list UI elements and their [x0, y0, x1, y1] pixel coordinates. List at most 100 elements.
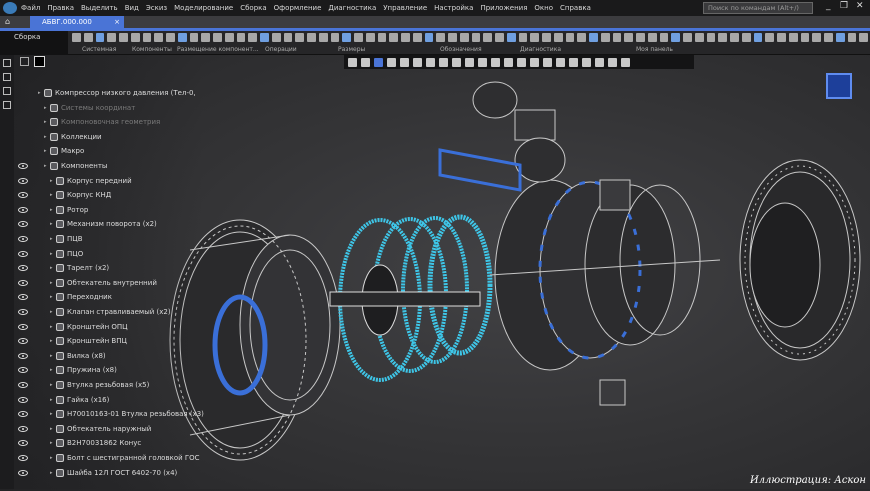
tree-item[interactable]: ▸ Макро [14, 144, 214, 158]
menu-item[interactable]: Приложения [480, 4, 527, 12]
view-tool-icon[interactable] [387, 57, 396, 67]
tree-item[interactable]: ▸ Тарелт (x2) [14, 261, 214, 275]
mode-assembly[interactable]: Сборка [0, 31, 68, 55]
menu-item[interactable]: Сборка [240, 4, 266, 12]
toolbar-tool-icon[interactable] [612, 33, 622, 42]
group-components[interactable]: Компоненты [132, 46, 172, 53]
tab-document[interactable]: АБВГ.000.000 Компр... × [30, 16, 124, 38]
toolbar-tool-icon[interactable] [283, 33, 293, 42]
toolbar-tool-icon[interactable] [483, 33, 492, 42]
visibility-eye-icon[interactable] [18, 367, 28, 374]
toolbar-tool-icon[interactable] [812, 33, 821, 42]
expand-icon[interactable]: ▸ [50, 349, 53, 363]
toolbar-tool-icon[interactable] [788, 33, 798, 42]
tree-item[interactable]: ▸ Кронштейн ВПЦ [14, 334, 214, 348]
group-operations[interactable]: Операции [265, 46, 297, 53]
expand-icon[interactable]: ▸ [50, 466, 53, 480]
expand-icon[interactable]: ▸ [44, 101, 47, 115]
expand-icon[interactable]: ▸ [50, 232, 53, 246]
toolbar-tool-icon[interactable] [377, 33, 387, 42]
menu-item[interactable]: Правка [47, 4, 74, 12]
tree-item[interactable]: ▸ Обтекатель внутренний [14, 276, 214, 290]
view-tool-icon[interactable] [517, 57, 526, 67]
view-tool-icon[interactable] [426, 57, 435, 67]
toolbar-tool-icon[interactable] [354, 33, 363, 42]
toolbar-tool-icon[interactable] [201, 33, 210, 42]
menu-item[interactable]: Файл [21, 4, 40, 12]
tree-item[interactable]: ▸ Компоновочная геометрия [14, 115, 214, 129]
toolbar-tool-icon[interactable] [424, 33, 434, 42]
expand-icon[interactable]: ▸ [50, 247, 53, 261]
visibility-eye-icon[interactable] [18, 440, 28, 447]
view-tool-icon[interactable] [621, 57, 630, 67]
toolbar-tool-icon[interactable] [706, 33, 716, 42]
view-tool-icon[interactable] [543, 57, 552, 67]
variables-icon[interactable] [3, 101, 11, 109]
group-my-panel[interactable]: Моя панель [636, 46, 673, 53]
menu-item[interactable]: Выделить [81, 4, 118, 12]
visibility-eye-icon[interactable] [18, 411, 28, 418]
tree-item[interactable]: ▸ Ротор [14, 203, 214, 217]
tree-item[interactable]: ▸ Вилка (x8) [14, 349, 214, 363]
expand-icon[interactable]: ▸ [50, 174, 53, 188]
tree-mode-icon[interactable] [20, 57, 29, 66]
view-tool-icon[interactable] [595, 57, 604, 67]
expand-icon[interactable]: ▸ [50, 290, 53, 304]
expand-icon[interactable]: ▸ [50, 378, 53, 392]
toolbar-tool-icon[interactable] [342, 33, 351, 42]
expand-icon[interactable]: ▸ [50, 188, 53, 202]
properties-panel-icon[interactable] [3, 73, 11, 81]
visibility-eye-icon[interactable] [18, 236, 28, 242]
toolbar-tool-icon[interactable] [683, 33, 692, 42]
toolbar-tool-icon[interactable] [859, 33, 868, 42]
visibility-eye-icon[interactable] [18, 221, 28, 228]
view-tool-icon[interactable] [504, 57, 513, 67]
toolbar-tool-icon[interactable] [647, 33, 657, 42]
expand-icon[interactable]: ▸ [50, 305, 53, 319]
toolbar-tool-icon[interactable] [307, 33, 316, 42]
tree-item[interactable]: ▸ ПЦВ [14, 232, 214, 246]
expand-icon[interactable]: ▸ [50, 407, 53, 421]
toolbar-tool-icon[interactable] [730, 33, 739, 42]
expand-icon[interactable]: ▸ [50, 334, 53, 348]
toolbar-tool-icon[interactable] [260, 33, 269, 42]
toolbar-tool-icon[interactable] [365, 33, 375, 42]
visibility-eye-icon[interactable] [18, 177, 28, 184]
tree-item[interactable]: ▸ Корпус КНД [14, 188, 214, 202]
visibility-eye-icon[interactable] [18, 163, 28, 169]
expand-icon[interactable]: ▸ [50, 217, 53, 231]
tree-panel-icon[interactable] [3, 59, 11, 67]
toolbar-tool-icon[interactable] [777, 33, 786, 42]
toolbar-tool-icon[interactable] [318, 33, 328, 42]
tree-item[interactable]: ▸ ПЦО [14, 247, 214, 261]
view-tool-icon[interactable] [452, 57, 461, 67]
view-tool-icon[interactable] [569, 57, 578, 67]
toolbar-tool-icon[interactable] [577, 33, 586, 42]
toolbar-tool-icon[interactable] [401, 33, 410, 42]
toolbar-tool-icon[interactable] [72, 33, 81, 42]
toolbar-tool-icon[interactable] [800, 33, 810, 42]
tree-item[interactable]: ▸ Кронштейн ОПЦ [14, 320, 214, 334]
toolbar-tool-icon[interactable] [459, 33, 469, 42]
menu-item[interactable]: Эскиз [146, 4, 167, 12]
toolbar-tool-icon[interactable] [142, 33, 152, 42]
toolbar-tool-icon[interactable] [694, 33, 704, 42]
toolbar-tool-icon[interactable] [213, 33, 222, 42]
visibility-eye-icon[interactable] [18, 323, 28, 330]
group-placement[interactable]: Размещение компонент... [177, 46, 259, 53]
view-tool-icon[interactable] [413, 57, 422, 67]
toolbar-tool-icon[interactable] [600, 33, 610, 42]
tree-item[interactable]: ▸ Втулка резьбовая (x5) [14, 378, 214, 392]
visibility-eye-icon[interactable] [18, 309, 28, 315]
view-tool-icon[interactable] [348, 57, 357, 67]
visibility-eye-icon[interactable] [18, 469, 28, 476]
toolbar-tool-icon[interactable] [177, 33, 187, 42]
layers-icon[interactable] [3, 87, 11, 95]
visibility-eye-icon[interactable] [18, 294, 28, 301]
toolbar-tool-icon[interactable] [530, 33, 539, 42]
toolbar-tool-icon[interactable] [718, 33, 727, 42]
tree-item[interactable]: ▸ Обтекатель наружный [14, 422, 214, 436]
view-tool-icon[interactable] [582, 57, 591, 67]
view-tool-icon[interactable] [530, 57, 539, 67]
expand-icon[interactable]: ▸ [38, 86, 41, 100]
